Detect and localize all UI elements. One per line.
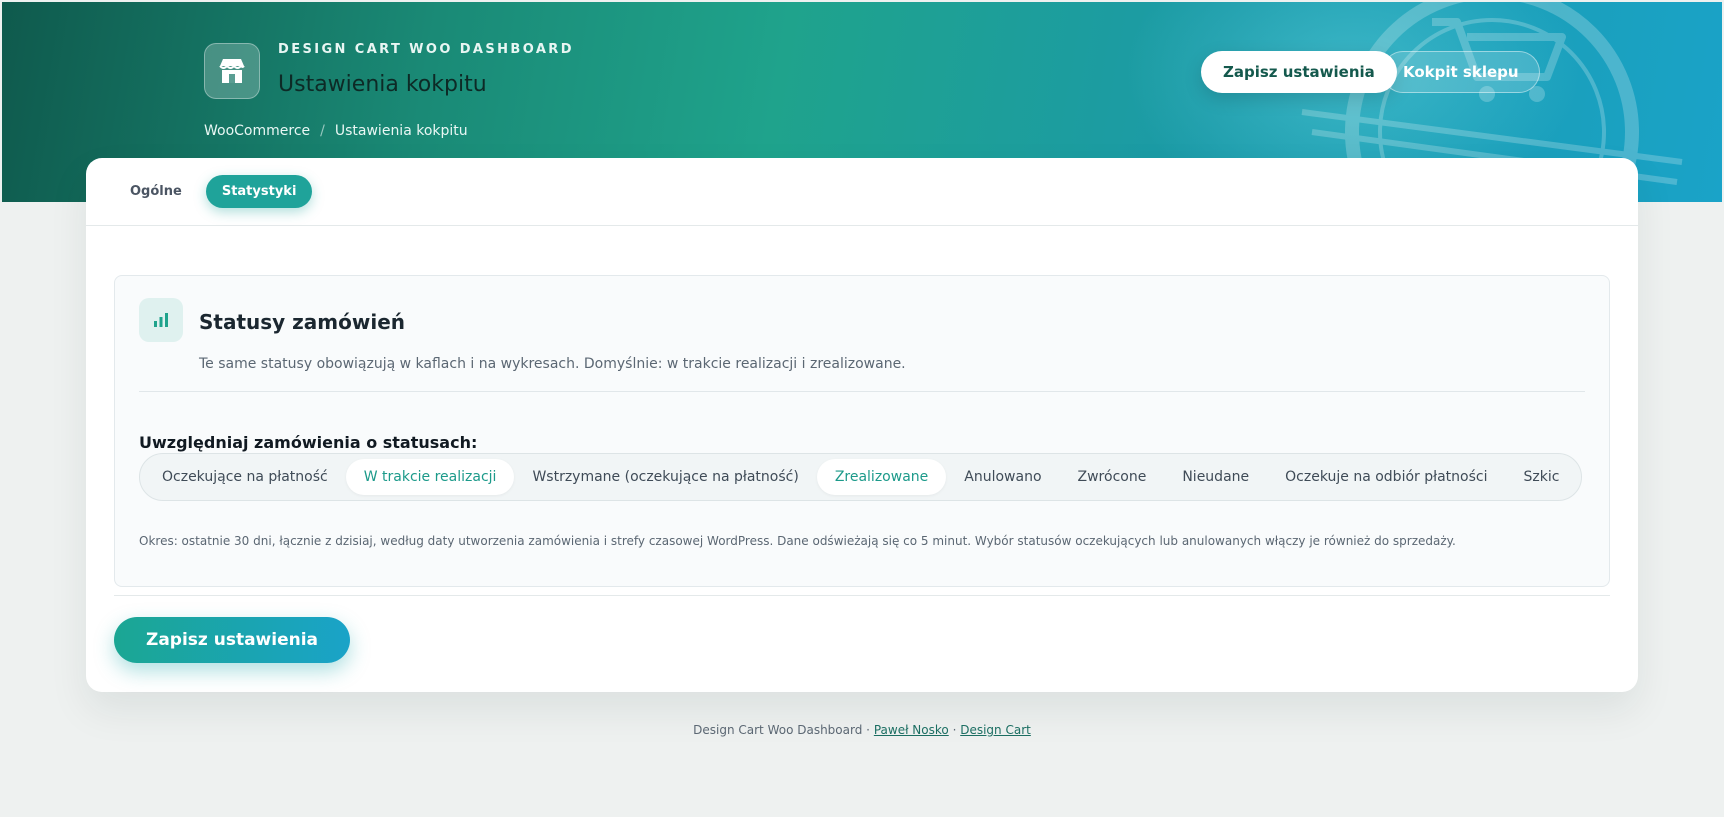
status-option-processing[interactable]: W trakcie realizacji [345, 459, 515, 495]
footer-company-link[interactable]: Design Cart [960, 723, 1031, 737]
status-option-pending[interactable]: Oczekujące na płatność [144, 459, 346, 495]
footer-author-link[interactable]: Paweł Nosko [874, 723, 949, 737]
status-field-label: Uwzględniaj zamówienia o statusach: [139, 433, 478, 452]
status-option-cancelled[interactable]: Anulowano [946, 459, 1059, 495]
panel-description: Te same statusy obowiązują w kaflach i n… [199, 356, 906, 372]
status-option-completed[interactable]: Zrealizowane [816, 459, 947, 495]
panel-title: Statusy zamówień [199, 310, 406, 334]
save-settings-button[interactable]: Zapisz ustawienia [114, 617, 351, 663]
status-option-failed[interactable]: Nieudane [1164, 459, 1267, 495]
status-option-on-hold[interactable]: Wstrzymane (oczekujące na płatność) [514, 459, 816, 495]
footer-separator-2: · [952, 723, 957, 737]
breadcrumb-item-current: Ustawienia kokpitu [334, 123, 468, 139]
breadcrumb-item-woocommerce[interactable]: WooCommerce [204, 123, 310, 139]
status-option-draft[interactable]: Szkic [1505, 459, 1577, 495]
page-title: Ustawienia kokpitu [278, 72, 487, 97]
status-option-checkout-draft[interactable]: Oczekuje na odbiór płatności [1267, 459, 1505, 495]
breadcrumb: WooCommerce / Ustawienia kokpitu [204, 123, 468, 139]
card-divider [114, 595, 1610, 596]
shop-dashboard-button[interactable]: Kokpit sklepu [1382, 51, 1540, 93]
breadcrumb-separator: / [320, 123, 325, 139]
settings-tabs: Ogólne Statystyki [86, 158, 1638, 226]
order-status-panel: Statusy zamówień Te same statusy obowiąz… [114, 275, 1610, 587]
app-eyebrow: DESIGN CART WOO DASHBOARD [278, 42, 574, 57]
save-settings-button-top[interactable]: Zapisz ustawienia [1201, 51, 1397, 93]
status-selector: Oczekujące na płatność W trakcie realiza… [139, 453, 1583, 501]
status-option-refunded[interactable]: Zwrócone [1060, 459, 1165, 495]
tab-general[interactable]: Ogólne [114, 175, 198, 208]
footer-separator: · [866, 723, 870, 737]
settings-card: Ogólne Statystyki Statusy zamówień Te sa… [86, 158, 1638, 692]
store-icon [204, 43, 260, 99]
footer: Design Cart Woo Dashboard · Paweł Nosko … [0, 723, 1724, 737]
footer-text: Design Cart Woo Dashboard [693, 723, 863, 737]
bar-chart-icon [139, 298, 183, 342]
tab-statistics[interactable]: Statystyki [205, 175, 313, 208]
panel-divider [139, 391, 1585, 392]
period-note: Okres: ostatnie 30 dni, łącznie z dzisia… [139, 534, 1456, 548]
